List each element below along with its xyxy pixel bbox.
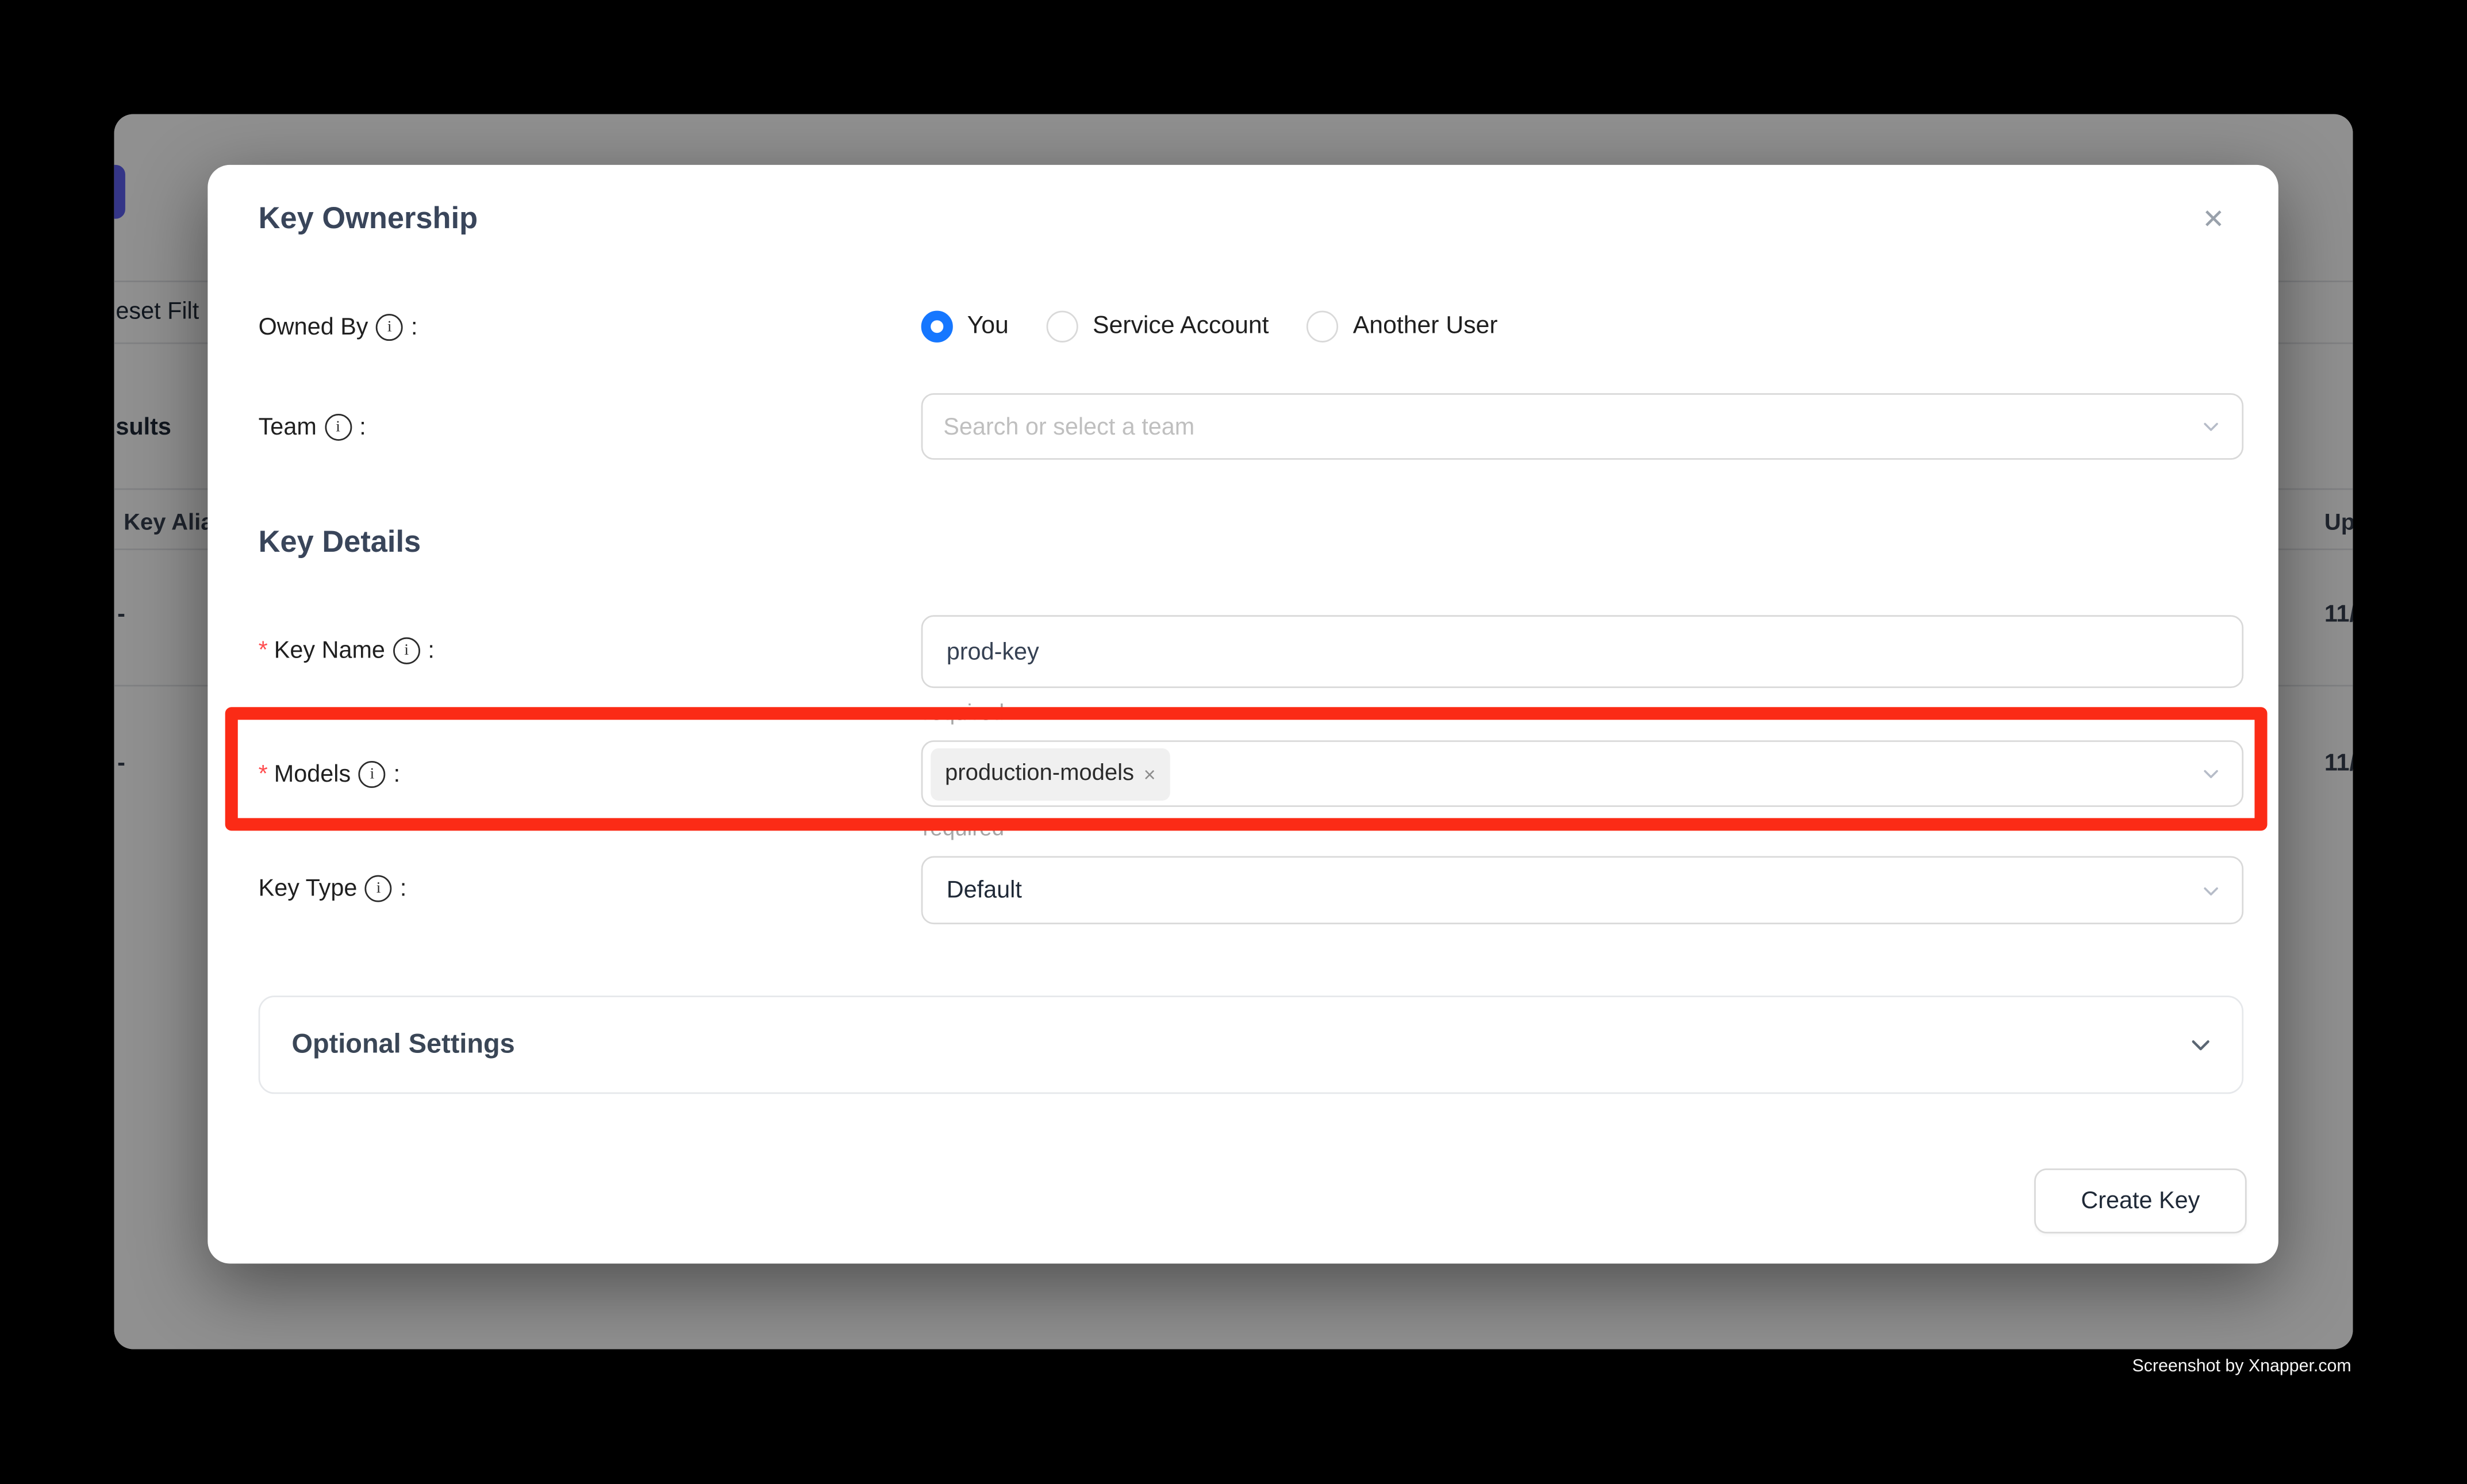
- required-asterisk: *: [259, 634, 268, 667]
- team-label-text: Team: [259, 414, 317, 441]
- key-name-required-hint: required: [923, 699, 1004, 724]
- chevron-down-icon: [2201, 416, 2222, 437]
- remove-tag-icon[interactable]: ×: [1144, 762, 1156, 785]
- section-heading-key-ownership: Key Ownership: [259, 203, 478, 238]
- team-select-placeholder: Search or select a team: [923, 413, 1194, 440]
- models-tag: production-models ×: [931, 748, 1170, 800]
- radio-selected-icon[interactable]: [921, 311, 953, 343]
- create-key-modal: ✕ Key Ownership Owned By i : You Service…: [207, 165, 2278, 1264]
- chevron-down-icon: [2201, 880, 2222, 901]
- models-tag-label: production-models: [945, 761, 1134, 786]
- required-asterisk: *: [259, 758, 268, 791]
- key-name-label-text: Key Name: [274, 637, 385, 664]
- key-type-select[interactable]: Default: [921, 856, 2244, 925]
- label-colon: :: [411, 314, 418, 341]
- close-icon[interactable]: ✕: [2189, 197, 2237, 244]
- models-label-text: Models: [274, 761, 351, 788]
- info-icon[interactable]: i: [359, 761, 386, 788]
- owned-by-label: Owned By i :: [259, 314, 418, 341]
- optional-settings-panel[interactable]: Optional Settings: [259, 995, 2244, 1094]
- label-colon: :: [359, 414, 366, 441]
- radio-unselected-icon[interactable]: [1047, 311, 1078, 343]
- label-colon: :: [394, 761, 401, 788]
- radio-service-account-label: Service Account: [1093, 312, 1269, 341]
- key-name-label: * Key Name i :: [259, 634, 435, 667]
- radio-unselected-icon[interactable]: [1307, 311, 1339, 343]
- optional-settings-title: Optional Settings: [292, 1029, 515, 1060]
- info-icon[interactable]: i: [365, 875, 392, 902]
- team-select[interactable]: Search or select a team: [921, 393, 2244, 460]
- models-required-hint: required: [923, 815, 1004, 840]
- models-select[interactable]: production-models ×: [921, 740, 2244, 807]
- create-key-button[interactable]: Create Key: [2034, 1168, 2247, 1233]
- key-name-value: prod-key: [923, 638, 1039, 665]
- key-name-input[interactable]: prod-key: [921, 615, 2244, 688]
- radio-another-user-label: Another User: [1353, 312, 1498, 341]
- radio-you-label: You: [967, 312, 1009, 341]
- radio-another-user[interactable]: Another User: [1307, 311, 1498, 343]
- info-icon[interactable]: i: [325, 414, 352, 441]
- section-heading-key-details: Key Details: [259, 526, 421, 562]
- info-icon[interactable]: i: [376, 314, 403, 341]
- owned-by-radio-group: You Service Account Another User: [921, 311, 1498, 343]
- key-type-label: Key Type i :: [259, 875, 407, 902]
- label-colon: :: [400, 875, 407, 902]
- chevron-down-icon: [2201, 763, 2222, 784]
- screenshot-canvas: eset Filt sults Key Alia Up - 11/ - 11/ …: [0, 0, 2467, 1484]
- team-label: Team i :: [259, 414, 366, 441]
- watermark-text: Screenshot by Xnapper.com: [2132, 1357, 2351, 1376]
- owned-by-label-text: Owned By: [259, 314, 368, 341]
- models-label: * Models i :: [259, 758, 401, 791]
- key-type-value: Default: [923, 876, 1021, 904]
- label-colon: :: [428, 637, 435, 664]
- radio-you[interactable]: You: [921, 311, 1009, 343]
- key-type-label-text: Key Type: [259, 875, 358, 902]
- radio-service-account[interactable]: Service Account: [1047, 311, 1269, 343]
- chevron-down-icon: [2188, 1032, 2214, 1058]
- info-icon[interactable]: i: [393, 637, 420, 664]
